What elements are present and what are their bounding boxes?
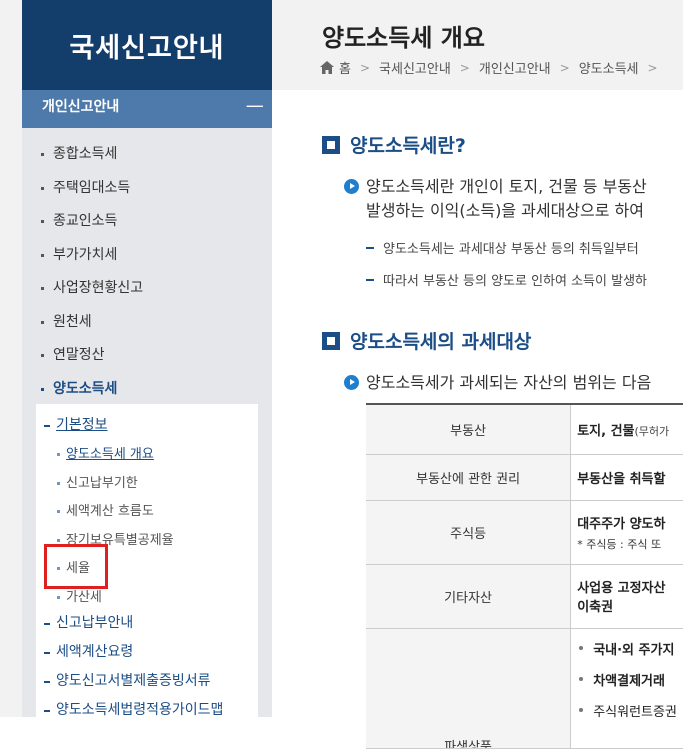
home-icon[interactable] bbox=[320, 61, 334, 74]
arrow-circle-icon bbox=[344, 375, 359, 390]
section-heading-1: 양도소득세란? bbox=[322, 131, 466, 158]
paragraph-1-line1: 양도소득세란 개인이 토지, 건물 등 부동산 bbox=[366, 177, 647, 196]
section-heading-2-text: 양도소득세의 과세대상 bbox=[350, 331, 532, 353]
table-cell: 국내·외 주가지 차액결제거래 주식워런트증권 bbox=[570, 628, 683, 749]
table-row: 파생상품 국내·외 주가지 차액결제거래 주식워런트증권 bbox=[366, 628, 683, 749]
sidebar-menu: 종합소득세 주택임대소득 종교인소득 부가가치세 사업장현황신고 원천세 연말정… bbox=[38, 138, 143, 406]
paragraph-2: 양도소득세가 과세되는 자산의 범위는 다음 bbox=[344, 371, 651, 395]
sidebar-item-year-end-settlement[interactable]: 연말정산 bbox=[38, 339, 143, 373]
sidebar-item-religious-income[interactable]: 종교인소득 bbox=[38, 205, 143, 239]
table-cell: 부동산을 취득할 bbox=[570, 454, 683, 501]
square-bullet-icon bbox=[322, 135, 340, 154]
submenu-filing-guide[interactable]: 신고납부안내 bbox=[42, 609, 223, 638]
dash-item-2: 따라서 부동산 등의 양도로 인하여 소득이 발생하 bbox=[366, 270, 647, 289]
table-header-cell: 기타자산 bbox=[366, 564, 572, 629]
table-header-cell: 주식등 bbox=[366, 500, 572, 565]
arrow-circle-icon bbox=[344, 179, 359, 194]
collapse-icon[interactable]: ㅡ bbox=[246, 90, 264, 124]
sidebar-item-global-income-tax[interactable]: 종합소득세 bbox=[38, 138, 143, 172]
table-row: 부동산에 관한 권리 부동산을 취득할 bbox=[366, 454, 683, 501]
submenu-item-tax-flow[interactable]: 세액계산 흐름도 bbox=[56, 498, 174, 527]
highlight-box bbox=[44, 544, 108, 589]
square-bullet-icon bbox=[322, 331, 340, 350]
paragraph-2-line1: 양도소득세가 과세되는 자산의 범위는 다음 bbox=[366, 373, 652, 392]
sidebar-item-housing-rental-income[interactable]: 주택임대소득 bbox=[38, 172, 143, 206]
table-cell: 토지, 건물(무허가 bbox=[570, 404, 683, 455]
paragraph-1-line2: 발생하는 이익(소득)을 과세대상으로 하여 bbox=[366, 201, 644, 220]
breadcrumb-capital-gains[interactable]: 양도소득세 bbox=[579, 58, 639, 77]
table-header-cell: 부동산에 관한 권리 bbox=[366, 454, 572, 501]
section-heading-1-text: 양도소득세란? bbox=[350, 135, 466, 157]
table-cell: 사업용 고정자산 이축권 bbox=[570, 564, 683, 629]
sidebar-item-vat[interactable]: 부가가치세 bbox=[38, 239, 143, 273]
submenu-tax-calculation[interactable]: 세액계산요령 bbox=[42, 638, 223, 667]
table-row: 주식등 대주주가 양도하 * 주식등 : 주식 또 bbox=[366, 500, 683, 565]
taxable-assets-table: 부동산 토지, 건물(무허가 부동산에 관한 권리 부동산을 취득할 주식등 대… bbox=[366, 403, 683, 749]
sidebar-item-capital-gains-tax[interactable]: 양도소득세 bbox=[38, 373, 143, 407]
breadcrumb-home[interactable]: 홈 bbox=[339, 58, 351, 77]
sidebar-section-label: 개인신고안내 bbox=[42, 99, 120, 115]
page-title: 양도소득세 개요 bbox=[322, 24, 485, 52]
breadcrumb: 홈 > 국세신고안내 > 개인신고안내 > 양도소득세 > bbox=[320, 58, 667, 77]
submenu-item-overview[interactable]: 양도소득세 개요 bbox=[56, 441, 174, 470]
sidebar-section-title[interactable]: 개인신고안내 ㅡ bbox=[22, 90, 272, 128]
submenu-law-guide-map[interactable]: 양도소득세법령적용가이드맵 bbox=[42, 696, 223, 725]
chevron-right-icon: > bbox=[647, 60, 658, 75]
table-row: 기타자산 사업용 고정자산 이축권 bbox=[366, 564, 683, 629]
submenu-supporting-documents[interactable]: 양도신고서별제출증빙서류 bbox=[42, 667, 223, 696]
table-cell: 대주주가 양도하 * 주식등 : 주식 또 bbox=[570, 500, 683, 565]
sidebar-item-withholding-tax[interactable]: 원천세 bbox=[38, 306, 143, 340]
sidebar-item-business-status-report[interactable]: 사업장현황신고 bbox=[38, 272, 143, 306]
paragraph-1: 양도소득세란 개인이 토지, 건물 등 부동산 발생하는 이익(소득)을 과세대… bbox=[344, 175, 647, 223]
breadcrumb-national-tax[interactable]: 국세신고안내 bbox=[379, 58, 451, 77]
chevron-right-icon: > bbox=[359, 60, 371, 75]
section-heading-2: 양도소득세의 과세대상 bbox=[322, 327, 531, 354]
table-header-cell: 파생상품 bbox=[366, 628, 572, 749]
table-header-cell: 부동산 bbox=[366, 404, 572, 455]
submenu-basic-info[interactable]: 기본정보 bbox=[42, 411, 108, 440]
submenu-bottom: 신고납부안내 세액계산요령 양도신고서별제출증빙서류 양도소득세법령적용가이드맵 bbox=[42, 609, 223, 725]
chevron-right-icon: > bbox=[559, 60, 570, 75]
chevron-right-icon: > bbox=[459, 60, 470, 75]
breadcrumb-personal[interactable]: 개인신고안내 bbox=[479, 58, 551, 77]
dash-item-1: 양도소득세는 과세대상 부동산 등의 취득일부터 bbox=[366, 238, 639, 257]
submenu-top: 기본정보 bbox=[42, 411, 108, 440]
sidebar-header: 국세신고안내 bbox=[22, 0, 272, 90]
table-row: 부동산 토지, 건물(무허가 bbox=[366, 404, 683, 455]
submenu-item-filing-deadline[interactable]: 신고납부기한 bbox=[56, 470, 174, 499]
